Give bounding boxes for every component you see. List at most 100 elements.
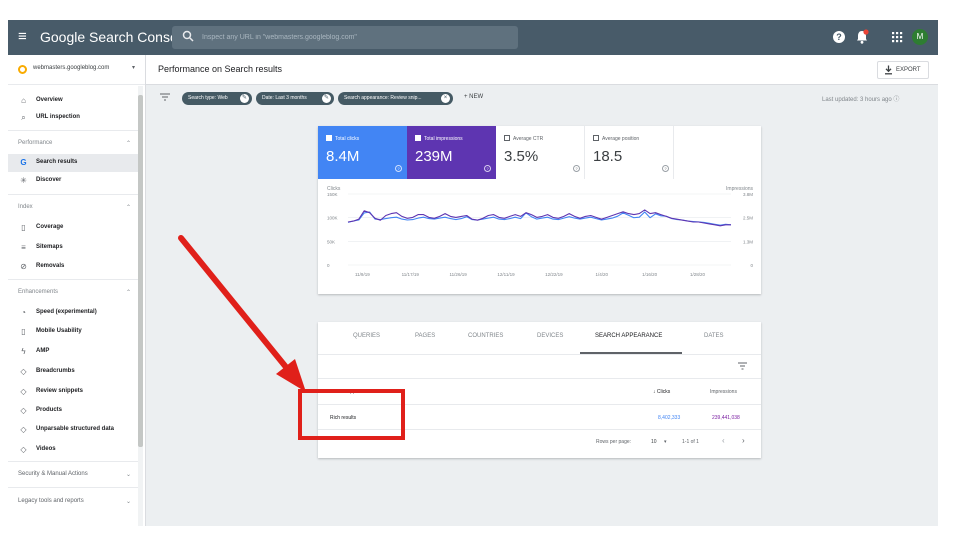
chip-label: Date: Last 3 months <box>262 95 307 101</box>
search-input[interactable] <box>202 30 502 45</box>
page-header: Performance on Search results EXPORT <box>146 55 938 85</box>
x-axis-tick-label: 12/22/19 <box>545 272 563 277</box>
sidebar-item-discover[interactable]: ✳ Discover <box>8 172 143 190</box>
tab-devices[interactable]: DEVICES <box>537 333 563 339</box>
edit-pencil-icon[interactable]: ✎ <box>240 94 249 103</box>
export-button[interactable]: EXPORT <box>877 61 929 79</box>
property-name: webmasters.googleblog.com <box>33 65 110 71</box>
document-icon: ▯ <box>21 223 26 232</box>
sidebar-item-label: Videos <box>36 446 56 452</box>
hamburger-menu-icon[interactable]: ≡ <box>18 28 27 46</box>
info-icon[interactable]: ? <box>484 165 491 172</box>
filter-chip-search-type[interactable]: Search type: Web ✎ <box>182 92 252 105</box>
property-selector[interactable]: webmasters.googleblog.com ▾ <box>8 55 145 85</box>
pagination-range: 1-1 of 1 <box>682 439 699 445</box>
metric-total-impressions[interactable]: Total impressions 239M ? <box>407 126 496 179</box>
x-axis-tick-label: 1/4/20 <box>595 272 608 277</box>
sidebar-item-search-results[interactable]: G Search results <box>8 154 143 172</box>
filter-icon[interactable] <box>160 93 170 101</box>
left-axis-tick-label: 50K <box>327 239 335 244</box>
filter-icon[interactable] <box>738 362 747 370</box>
sidebar-item-label: Review snippets <box>36 388 84 394</box>
tab-pages[interactable]: PAGES <box>415 333 435 339</box>
sidebar-item-amp[interactable]: ϟ AMP <box>8 343 143 361</box>
right-axis-tick-label: 0 <box>750 263 753 268</box>
filter-bar: Search type: Web ✎ Date: Last 3 months ✎… <box>146 85 938 111</box>
close-icon[interactable]: × <box>441 94 450 103</box>
screenshot-frame: ≡ Google Search Console ? M <box>8 20 938 526</box>
metric-total-clicks[interactable]: Total clicks 8.4M ? <box>318 126 407 179</box>
section-heading-index: Index <box>18 204 33 210</box>
tab-queries[interactable]: QUERIES <box>353 333 380 339</box>
next-page-button[interactable]: › <box>742 436 745 445</box>
apps-grid-icon[interactable] <box>888 28 906 46</box>
chevron-down-icon[interactable]: ▾ <box>664 439 667 445</box>
sidebar-item-label: Sitemaps <box>36 244 63 250</box>
checkbox-unchecked-icon <box>504 135 510 141</box>
metric-average-ctr[interactable]: Average CTR 3.5% ? <box>496 126 585 179</box>
chevron-down-icon[interactable]: ⌄ <box>126 471 131 478</box>
lightning-icon: ϟ <box>21 347 26 356</box>
chevron-down-icon[interactable]: ⌄ <box>126 498 131 505</box>
sidebar-item-legacy-tools[interactable]: Legacy tools and reports <box>18 498 84 504</box>
speedometer-icon: ◔ <box>21 308 26 317</box>
edit-pencil-icon[interactable]: ✎ <box>322 94 331 103</box>
sidebar-item-videos[interactable]: ◇ Videos <box>8 441 143 459</box>
sidebar-item-coverage[interactable]: ▯ Coverage <box>8 219 143 237</box>
diamond-icon: ◇ <box>20 367 27 376</box>
sidebar-item-mobile-usability[interactable]: ▯ Mobile Usability <box>8 323 143 341</box>
filter-chip-search-appearance[interactable]: Search appearance: Review snip... × <box>338 92 453 105</box>
url-inspect-search[interactable] <box>172 26 518 49</box>
export-label: EXPORT <box>896 67 921 73</box>
info-icon[interactable]: ? <box>395 165 402 172</box>
diamond-icon: ◇ <box>20 425 27 434</box>
right-axis-tick-label: 3.8M <box>743 192 753 197</box>
tab-dates[interactable]: DATES <box>704 333 724 339</box>
sidebar-item-url-inspection[interactable]: ⌕ URL inspection <box>8 109 143 127</box>
sidebar-item-label: AMP <box>36 348 50 354</box>
sidebar-item-review-snippets[interactable]: ◇ Review snippets <box>8 383 143 401</box>
filter-chip-date[interactable]: Date: Last 3 months ✎ <box>256 92 334 105</box>
info-icon[interactable]: ? <box>573 165 580 172</box>
divider <box>8 279 143 280</box>
sitemap-icon: ≡ <box>21 243 26 252</box>
checkbox-checked-icon <box>415 135 421 141</box>
svg-text:?: ? <box>836 32 842 42</box>
chevron-up-icon[interactable]: ⌃ <box>126 289 131 296</box>
sidebar-item-overview[interactable]: ⌂ Overview <box>8 92 143 110</box>
sidebar-item-security[interactable]: Security & Manual Actions <box>18 471 88 477</box>
sidebar-item-sitemaps[interactable]: ≡ Sitemaps <box>8 239 143 257</box>
sidebar-item-unparsable-data[interactable]: ◇ Unparsable structured data <box>8 421 143 439</box>
metric-label: Total clicks <box>326 135 359 142</box>
metric-label: Total impressions <box>415 135 463 142</box>
metric-average-position[interactable]: Average position 18.5 ? <box>585 126 674 179</box>
diamond-icon: ◇ <box>20 445 27 454</box>
add-filter-button[interactable]: + NEW <box>464 94 483 100</box>
column-header-clicks[interactable]: ↓ Clicks <box>653 389 670 395</box>
divider <box>8 461 143 462</box>
tab-countries[interactable]: COUNTRIES <box>468 333 503 339</box>
chevron-up-icon[interactable]: ⌃ <box>126 204 131 211</box>
previous-page-button[interactable]: ‹ <box>722 436 725 445</box>
sidebar-item-removals[interactable]: ⊘ Removals <box>8 258 143 276</box>
help-icon[interactable]: ? <box>830 28 848 46</box>
sidebar-item-label: Coverage <box>36 224 64 230</box>
sidebar-item-products[interactable]: ◇ Products <box>8 402 143 420</box>
sidebar-item-speed[interactable]: ◔ Speed (experimental) <box>8 304 143 322</box>
diamond-icon: ◇ <box>20 387 27 396</box>
property-icon <box>18 65 27 74</box>
rows-per-page-label: Rows per page: <box>596 439 632 445</box>
tab-search-appearance[interactable]: SEARCH APPEARANCE <box>595 333 662 339</box>
notifications-bell-icon[interactable] <box>853 28 871 46</box>
rows-per-page-select[interactable]: 10 <box>651 439 657 445</box>
column-header-impressions[interactable]: Impressions <box>710 389 737 395</box>
info-icon[interactable]: ? <box>662 165 669 172</box>
product-title[interactable]: Google Search Console <box>40 29 189 45</box>
chevron-up-icon[interactable]: ⌃ <box>126 140 131 147</box>
x-axis-tick-label: 11/9/19 <box>355 272 370 277</box>
sidebar-scroll-thumb[interactable] <box>138 95 143 447</box>
sidebar-item-breadcrumbs[interactable]: ◇ Breadcrumbs <box>8 363 143 381</box>
removal-icon: ⊘ <box>20 262 27 271</box>
account-avatar[interactable]: M <box>912 29 928 45</box>
performance-line-chart[interactable]: Clicks Impressions 150K100K50K03.8M2.5M1… <box>318 179 761 294</box>
